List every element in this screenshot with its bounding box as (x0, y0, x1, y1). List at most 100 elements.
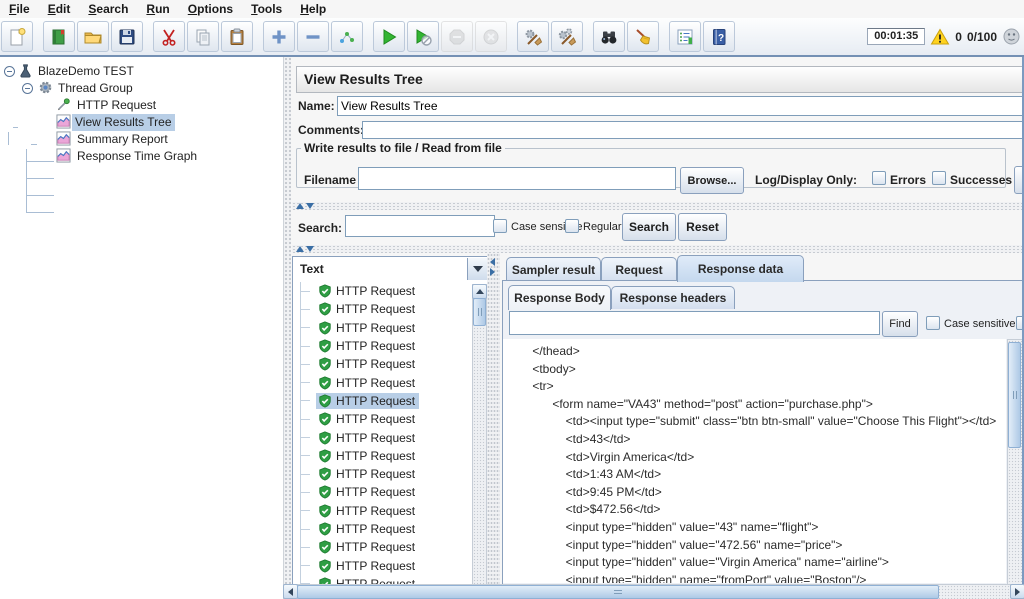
result-item[interactable]: HTTP Request (293, 556, 488, 574)
response-body-text[interactable]: </thead> <tbody> <tr> <form name="VA43" … (503, 339, 1006, 583)
result-item[interactable]: HTTP Request (293, 538, 488, 556)
reset-button[interactable]: Reset (678, 213, 727, 241)
scrollbar-thumb[interactable] (1008, 342, 1021, 448)
stop-icon (447, 27, 467, 47)
result-item[interactable]: HTTP Request (293, 337, 488, 355)
search-button[interactable]: Search (622, 213, 676, 241)
warning-icon[interactable] (930, 27, 950, 47)
help-button[interactable]: ? (703, 21, 735, 52)
menu-run[interactable]: Run (137, 1, 178, 18)
comments-input[interactable] (362, 121, 1023, 139)
chevron-down-icon (473, 266, 483, 272)
subtab-response-body[interactable]: Response Body (508, 285, 611, 310)
result-item[interactable]: HTTP Request (293, 447, 488, 465)
response-line: <td>9:45 PM</td> (519, 484, 1006, 502)
scroll-left-button[interactable] (283, 584, 298, 599)
stop-button[interactable] (441, 21, 473, 52)
menu-options[interactable]: Options (179, 1, 242, 18)
result-item-label: HTTP Request (336, 284, 415, 298)
result-item[interactable]: HTTP Request (293, 465, 488, 483)
function-helper-button[interactable] (669, 21, 701, 52)
horizontal-splitter[interactable] (292, 202, 1024, 210)
save-button[interactable] (111, 21, 143, 52)
menu-edit[interactable]: Edit (39, 1, 80, 18)
start-no-pauses-button[interactable] (407, 21, 439, 52)
folder-icon (83, 27, 103, 47)
copy-button[interactable] (187, 21, 219, 52)
response-line: <td>Virgin America</td> (519, 449, 1006, 467)
search-results-button[interactable] (593, 21, 625, 52)
menu-search[interactable]: Search (79, 1, 137, 18)
bottom-scrollbar[interactable] (283, 584, 1024, 599)
tree-node-thread-group[interactable]: Thread Group (55, 80, 136, 97)
result-item[interactable]: HTTP Request (293, 300, 488, 318)
errors-checkbox[interactable] (872, 171, 886, 185)
tree-node-test-plan[interactable]: BlazeDemo TEST (35, 63, 137, 80)
result-item[interactable]: HTTP Request (293, 428, 488, 446)
successes-checkbox[interactable] (932, 171, 946, 185)
new-button[interactable] (1, 21, 33, 52)
remove-button[interactable] (297, 21, 329, 52)
menu-file[interactable]: File (0, 1, 39, 18)
expand-handle[interactable] (4, 66, 15, 77)
test-plan-tree: BlazeDemo TEST Thread Group HTTP Request… (0, 57, 283, 599)
result-item[interactable]: HTTP Request (293, 502, 488, 520)
results-list-scrollbar[interactable] (472, 284, 487, 586)
scroll-up-button[interactable] (472, 284, 487, 299)
result-item[interactable]: HTTP Request (293, 575, 488, 584)
response-scrollbar[interactable] (1007, 339, 1023, 585)
result-item[interactable]: HTTP Request (293, 355, 488, 373)
find-button[interactable]: Find (882, 311, 918, 337)
case-sensitive-checkbox[interactable] (493, 219, 507, 233)
open-button[interactable] (77, 21, 109, 52)
find-input[interactable] (509, 311, 880, 335)
result-item[interactable]: HTTP Request (293, 483, 488, 501)
tree-node-response-time-graph[interactable]: Response Time Graph (74, 148, 200, 165)
result-item[interactable]: HTTP Request (293, 373, 488, 391)
result-item-label: HTTP Request (336, 376, 415, 390)
expand-handle[interactable] (22, 83, 33, 94)
tree-node-summary-report[interactable]: Summary Report (74, 131, 171, 148)
name-input[interactable] (337, 96, 1023, 116)
search-input[interactable] (345, 215, 495, 237)
start-button[interactable] (373, 21, 405, 52)
result-item[interactable]: HTTP Request (293, 520, 488, 538)
shutdown-button[interactable] (475, 21, 507, 52)
scrollbar-thumb[interactable] (297, 585, 939, 599)
paste-button[interactable] (221, 21, 253, 52)
tab-request[interactable]: Request (601, 257, 677, 282)
menu-tools[interactable]: Tools (242, 1, 291, 18)
result-item[interactable]: HTTP Request (293, 410, 488, 428)
clear-search-button[interactable] (627, 21, 659, 52)
result-item[interactable]: HTTP Request (293, 319, 488, 337)
result-item[interactable]: HTTP Request (293, 282, 488, 300)
find-case-sensitive-checkbox[interactable] (926, 316, 940, 330)
dropdown-arrow-button[interactable] (467, 258, 487, 280)
vertical-splitter[interactable] (487, 253, 500, 584)
scrollbar-thumb[interactable] (473, 298, 486, 326)
clear-all-button[interactable] (551, 21, 583, 52)
view-mode-dropdown[interactable]: Text (292, 256, 489, 284)
menu-bar: FileEditSearchRunOptionsToolsHelp (0, 0, 1024, 18)
result-item[interactable]: HTTP Request (293, 392, 488, 410)
filename-input[interactable] (358, 167, 676, 190)
test-plan-icon (18, 63, 33, 78)
tree-node-http-request[interactable]: HTTP Request (74, 97, 159, 114)
horizontal-splitter[interactable] (292, 245, 1024, 253)
scroll-right-button[interactable] (1010, 584, 1024, 599)
templates-button[interactable] (43, 21, 75, 52)
clear-button[interactable] (517, 21, 549, 52)
listener-chart-icon (56, 114, 71, 129)
browse-button[interactable]: Browse... (680, 167, 744, 194)
regular-exp-checkbox[interactable] (565, 219, 579, 233)
subtab-response-headers[interactable]: Response headers (611, 286, 735, 309)
response-line: <td>43</td> (519, 431, 1006, 449)
cut-button[interactable] (153, 21, 185, 52)
results-list[interactable]: HTTP RequestHTTP RequestHTTP RequestHTTP… (292, 282, 489, 584)
add-button[interactable] (263, 21, 295, 52)
tab-response-data[interactable]: Response data (677, 255, 804, 282)
tab-sampler-result[interactable]: Sampler result (506, 257, 601, 282)
menu-help[interactable]: Help (291, 1, 335, 18)
toggle-button[interactable] (331, 21, 363, 52)
tree-node-view-results-tree[interactable]: View Results Tree (72, 114, 175, 131)
